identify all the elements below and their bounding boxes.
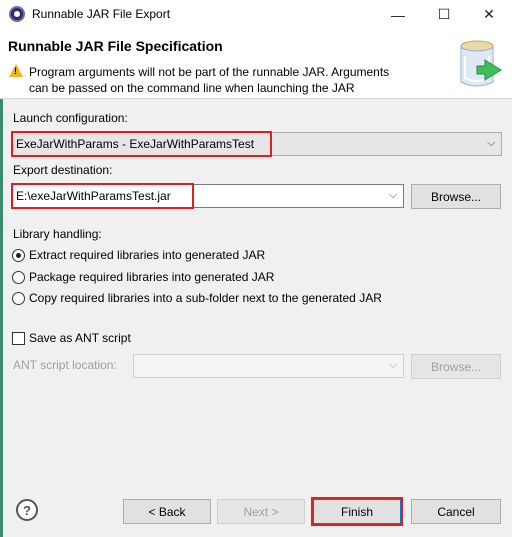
ant-location-combo[interactable] bbox=[133, 354, 404, 378]
radio-copy-libraries[interactable] bbox=[12, 292, 25, 305]
ant-location-label: ANT script location: bbox=[13, 358, 117, 372]
launch-config-value: ExeJarWithParams - ExeJarWithParamsTest bbox=[16, 137, 255, 151]
minimize-button[interactable]: — bbox=[375, 0, 421, 29]
warning-icon-mark: ! bbox=[14, 66, 17, 76]
finish-highlight bbox=[311, 497, 403, 526]
chevron-down-icon[interactable]: ⌵ bbox=[487, 137, 495, 150]
export-destination-label: Export destination: bbox=[13, 163, 113, 177]
launch-config-label: Launch configuration: bbox=[13, 111, 128, 125]
background-strip bbox=[0, 99, 3, 537]
window-title: Runnable JAR File Export bbox=[32, 7, 171, 21]
radio-extract-libraries[interactable] bbox=[12, 249, 25, 262]
export-browse-button[interactable]: Browse... bbox=[411, 184, 501, 209]
radio-extract-libraries-label[interactable]: Extract required libraries into generate… bbox=[29, 248, 265, 262]
header-message-line-1: Program arguments will not be part of th… bbox=[29, 65, 390, 79]
page-title: Runnable JAR File Specification bbox=[8, 38, 223, 54]
ant-browse-button[interactable]: Browse... bbox=[411, 354, 501, 379]
cancel-button[interactable]: Cancel bbox=[411, 499, 501, 524]
jar-export-icon bbox=[460, 40, 502, 87]
chevron-down-icon[interactable]: ⌵ bbox=[389, 359, 397, 372]
save-ant-script-checkbox[interactable] bbox=[12, 332, 25, 345]
close-button[interactable]: ✕ bbox=[466, 0, 512, 29]
save-ant-script-label[interactable]: Save as ANT script bbox=[29, 331, 131, 345]
back-button[interactable]: < Back bbox=[123, 499, 211, 524]
radio-copy-libraries-label[interactable]: Copy required libraries into a sub-folde… bbox=[29, 291, 382, 305]
chevron-down-icon[interactable]: ⌵ bbox=[389, 189, 397, 202]
eclipse-app-icon bbox=[9, 6, 25, 22]
help-icon[interactable]: ? bbox=[16, 499, 38, 521]
radio-package-libraries[interactable] bbox=[12, 271, 25, 284]
export-destination-value: E:\exeJarWithParamsTest.jar bbox=[16, 189, 171, 203]
maximize-button[interactable]: ☐ bbox=[421, 0, 467, 29]
next-button[interactable]: Next > bbox=[217, 499, 305, 524]
radio-package-libraries-label[interactable]: Package required libraries into generate… bbox=[29, 270, 274, 284]
header-message: Program arguments will not be part of th… bbox=[29, 64, 434, 96]
header-message-line-2: can be passed on the command line when l… bbox=[29, 81, 355, 95]
library-handling-label: Library handling: bbox=[13, 227, 102, 241]
